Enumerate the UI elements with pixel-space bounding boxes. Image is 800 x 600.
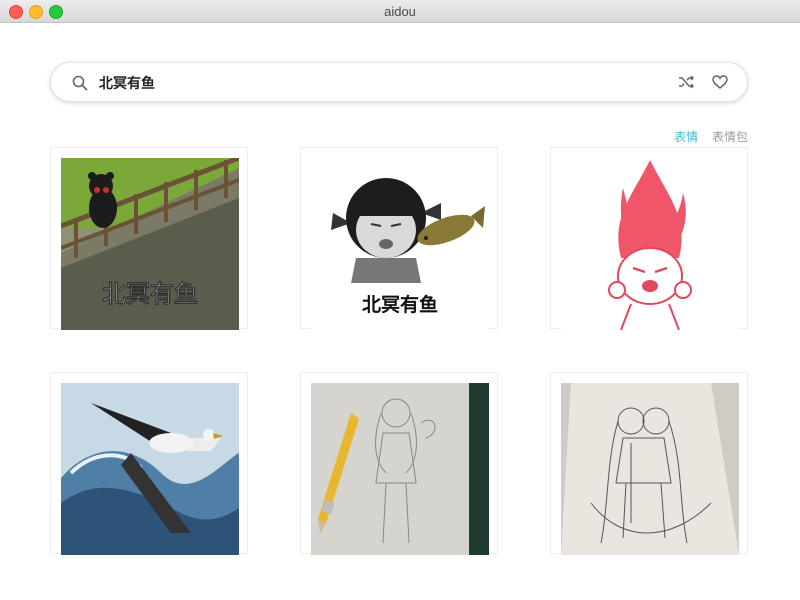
result-caption: 北冥有鱼 xyxy=(102,280,198,308)
result-card[interactable] xyxy=(300,372,498,555)
favorites-heart-icon[interactable] xyxy=(711,73,729,91)
search-icon xyxy=(72,75,88,91)
result-image xyxy=(561,158,739,330)
result-image xyxy=(61,383,239,555)
result-image xyxy=(311,383,489,555)
search-bar[interactable] xyxy=(50,62,748,102)
shuffle-icon[interactable] xyxy=(677,73,695,91)
result-card[interactable] xyxy=(550,372,748,555)
result-card[interactable]: 北冥有鱼 xyxy=(300,147,498,330)
tab-emoticons[interactable]: 表情 xyxy=(674,130,698,144)
tab-sticker-packs[interactable]: 表情包 xyxy=(712,130,748,144)
result-card[interactable]: 北冥有鱼 xyxy=(50,147,248,330)
search-input[interactable] xyxy=(97,71,661,95)
result-caption: 北冥有鱼 xyxy=(362,293,438,316)
result-image: 北冥有鱼 xyxy=(311,158,489,330)
title-bar: aidou xyxy=(0,0,800,23)
result-card[interactable] xyxy=(50,372,248,555)
window-title: aidou xyxy=(384,4,416,19)
result-image: 北冥有鱼 xyxy=(61,158,239,330)
result-card[interactable] xyxy=(550,147,748,330)
category-tabs: 表情 表情包 xyxy=(664,128,748,145)
result-image xyxy=(561,383,739,555)
